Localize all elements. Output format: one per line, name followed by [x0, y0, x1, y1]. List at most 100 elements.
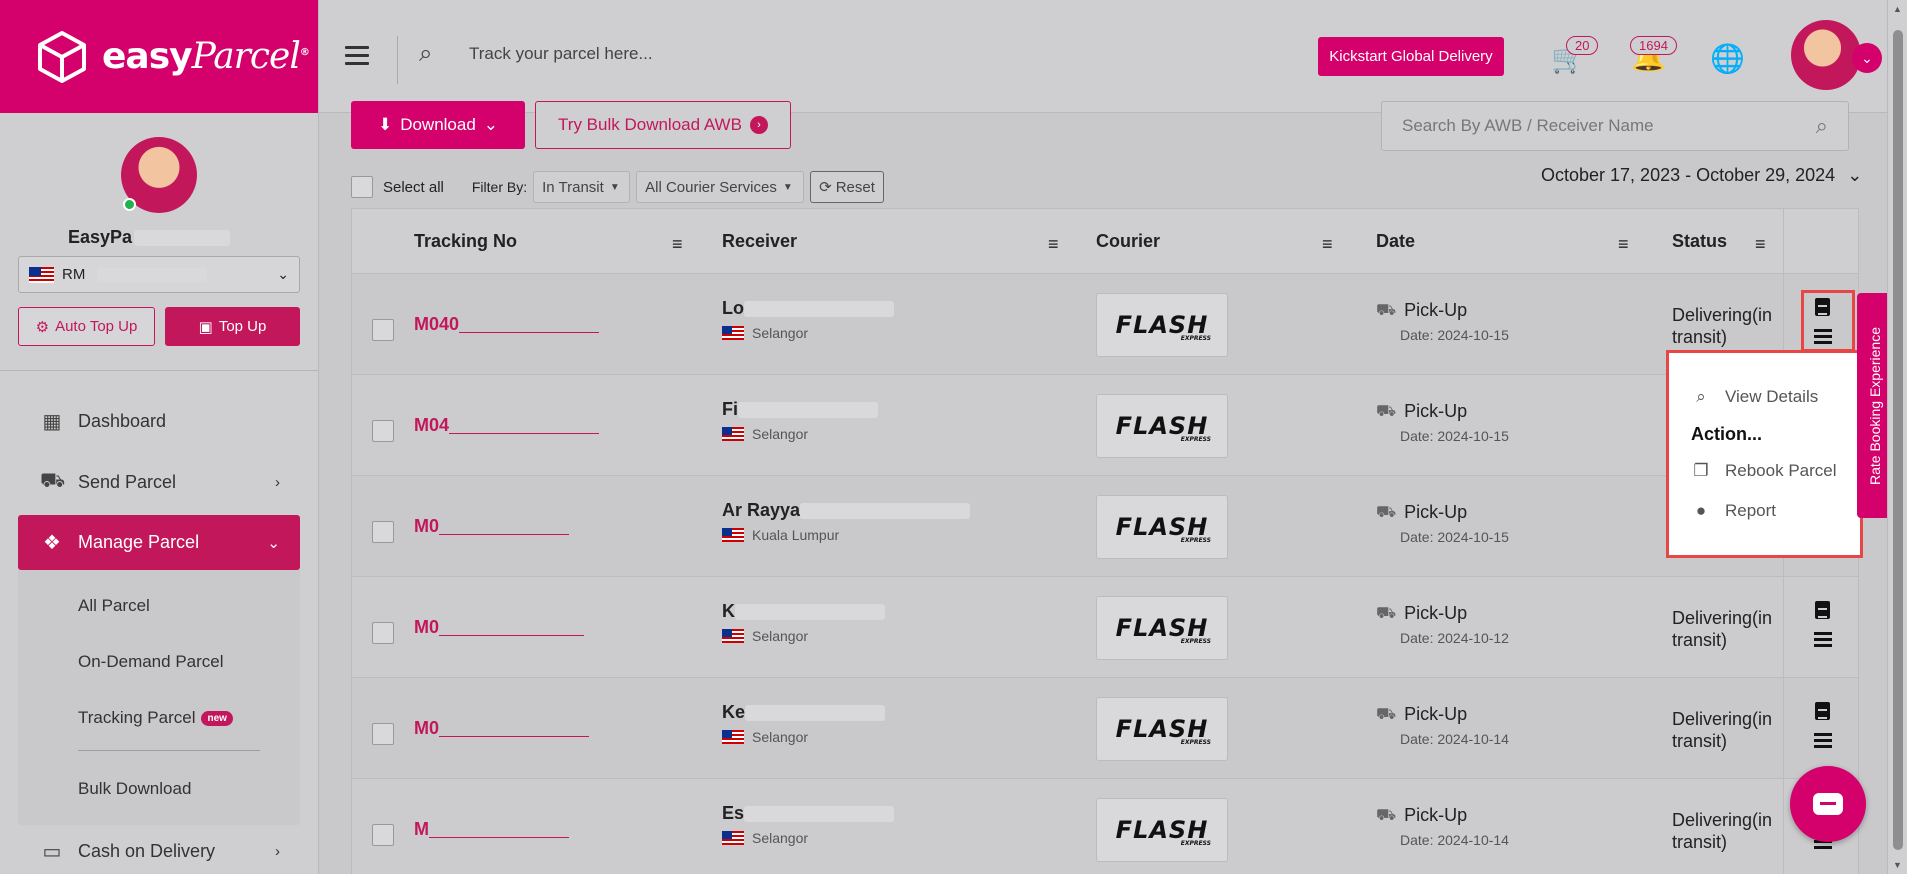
row-actions	[1783, 678, 1859, 778]
tracking-number-link[interactable]: M040	[414, 314, 600, 335]
currency-label: RM	[62, 266, 86, 283]
sidebar-item-label: Dashboard	[78, 410, 167, 431]
globe-icon[interactable]: 🌐	[1710, 42, 1745, 75]
truck-icon: ⛟	[1376, 604, 1397, 622]
status-filter-select[interactable]: In Transit ▼	[533, 171, 631, 203]
scrollbar-thumb[interactable]	[1893, 30, 1903, 850]
track-parcel-input[interactable]: Track your parcel here...	[469, 44, 653, 64]
online-status-dot	[123, 198, 136, 211]
redacted-receiver	[735, 604, 885, 621]
menu-icon[interactable]	[1814, 733, 1832, 751]
row-checkbox[interactable]	[372, 622, 394, 644]
receiver-state: Selangor	[752, 426, 809, 442]
download-button[interactable]: ⬇ Download ⌄	[351, 101, 525, 149]
sort-icon[interactable]: ≡	[1755, 234, 1766, 255]
row-checkbox[interactable]	[372, 824, 394, 846]
brand-logo[interactable]: easyParcel®	[0, 0, 318, 113]
menu-icon[interactable]	[1814, 632, 1832, 650]
sort-icon[interactable]: ≡	[1048, 234, 1059, 255]
chat-bubble-icon	[1813, 793, 1843, 815]
top-header: ⌕ Track your parcel here... Kickstart Gl…	[319, 0, 1907, 113]
sidebar-item-dashboard[interactable]: ▦ Dashboard	[18, 393, 300, 449]
table-row[interactable]: M0 Ke Selangor FLASH EXPRESS ⛟ Pick-Up Date: 20…	[351, 678, 1859, 779]
sort-icon[interactable]: ≡	[1322, 234, 1333, 255]
table-row[interactable]: M0 K Selangor FLASH EXPRESS ⛟ Pick-Up Date: 202…	[351, 577, 1859, 678]
table-row[interactable]: M Es Selangor FLASH EXPRESS ⛟ Pick-Up Date: 202…	[351, 779, 1859, 874]
report-item[interactable]: ● Report	[1691, 491, 1860, 531]
row-checkbox[interactable]	[372, 420, 394, 442]
redacted-tracking	[429, 837, 569, 838]
chat-button[interactable]	[1790, 766, 1866, 842]
receiver-cell: Es Selangor	[722, 803, 895, 846]
tracking-number-link[interactable]: M04	[414, 415, 600, 436]
col-courier[interactable]: Courier	[1096, 231, 1160, 252]
awb-search-input[interactable]: Search By AWB / Receiver Name ⌕	[1381, 101, 1849, 151]
logo-reg: ®	[299, 47, 310, 58]
table-row[interactable]: M0 Ar Rayya Kuala Lumpur FLASH EXPRESS ⛟ Pick-…	[351, 476, 1859, 577]
col-status[interactable]: Status	[1672, 231, 1727, 252]
user-name: EasyPa	[68, 227, 133, 247]
courier-filter-select[interactable]: All Courier Services ▼	[636, 171, 805, 203]
kickstart-global-button[interactable]: Kickstart Global Delivery	[1318, 37, 1504, 76]
highlight-box	[1801, 290, 1855, 352]
view-details-item[interactable]: ⌕ View Details	[1691, 377, 1860, 417]
date-range-picker[interactable]: October 17, 2023 - October 29, 2024 ⌄	[1541, 165, 1862, 186]
main-content: ⬇ Download ⌄ Try Bulk Download AWB › Search…	[319, 101, 1887, 874]
redacted-tracking	[449, 433, 600, 434]
logo-text: easy	[102, 36, 193, 77]
auto-topup-button[interactable]: ⚙ Auto Top Up	[18, 307, 155, 346]
header-avatar[interactable]	[1791, 20, 1861, 90]
alert-icon: ●	[1695, 501, 1707, 520]
row-checkbox[interactable]	[372, 521, 394, 543]
subnav-tracking-parcel[interactable]: Tracking Parcel new	[78, 690, 300, 746]
col-date[interactable]: Date	[1376, 231, 1415, 252]
view-details-label: View Details	[1725, 387, 1819, 406]
tracking-number-link[interactable]: M0	[414, 516, 570, 537]
malaysia-flag-icon	[722, 427, 744, 441]
sidebar-item-cod[interactable]: ▭ Cash on Delivery ›	[18, 831, 300, 871]
subnav-on-demand-parcel[interactable]: On-Demand Parcel	[78, 634, 300, 690]
select-all-checkbox[interactable]	[351, 176, 373, 198]
chevron-down-icon: ⌄	[1847, 165, 1863, 185]
col-tracking[interactable]: Tracking No	[414, 231, 517, 252]
sidebar-nav: ▦ Dashboard ⛟ Send Parcel › ❖ Manage Par…	[0, 393, 318, 871]
sidebar-item-manage-parcel[interactable]: ❖ Manage Parcel ⌄	[18, 515, 300, 570]
row-checkbox[interactable]	[372, 319, 394, 341]
row-checkbox[interactable]	[372, 723, 394, 745]
status-text: Delivering(in transit)	[1672, 608, 1773, 650]
document-icon[interactable]	[1815, 702, 1830, 720]
tracking-number-link[interactable]: M	[414, 819, 569, 840]
document-icon[interactable]	[1815, 601, 1830, 619]
subnav-bulk-download[interactable]: Bulk Download	[78, 761, 300, 817]
reset-button[interactable]: ⟳ Reset	[810, 171, 884, 203]
search-icon: ⌕	[419, 40, 433, 67]
currency-select[interactable]: RM ⌄	[18, 256, 300, 293]
status-text: Delivering(in transit)	[1672, 810, 1773, 852]
sidebar: easyParcel® EasyPa RM ⌄ ⚙ Auto Top Up ▣ To…	[0, 0, 319, 874]
receiver-state: Kuala Lumpur	[752, 527, 840, 543]
receiver-cell: Fi Selangor	[722, 399, 878, 442]
avatar[interactable]	[121, 137, 197, 213]
sidebar-item-send-parcel[interactable]: ⛟ Send Parcel ›	[18, 454, 300, 510]
parcel-table: Tracking No ≡ Receiver ≡ Courier ≡ Date …	[351, 208, 1859, 874]
chevron-down-icon[interactable]: ⌄	[1852, 43, 1882, 73]
sort-icon[interactable]: ≡	[672, 234, 683, 255]
table-row[interactable]: M04 Fi Selangor FLASH EXPRESS ⛟ Pick-Up Date: 2…	[351, 375, 1859, 476]
cube-logo-icon	[38, 30, 86, 83]
subnav-divider	[78, 750, 260, 751]
pickup-date: Date: 2024-10-12	[1400, 630, 1509, 646]
hamburger-menu-icon[interactable]	[345, 46, 369, 70]
scrollbar[interactable]: ▲ ▼	[1887, 0, 1907, 874]
bulk-download-awb-button[interactable]: Try Bulk Download AWB ›	[535, 101, 791, 149]
scroll-up-icon[interactable]: ▲	[1893, 4, 1902, 14]
rebook-parcel-item[interactable]: ❐ Rebook Parcel	[1691, 451, 1860, 491]
receiver-name: Es	[722, 803, 745, 823]
tracking-number-link[interactable]: M0	[414, 617, 585, 638]
sort-icon[interactable]: ≡	[1618, 234, 1629, 255]
subnav-all-parcel[interactable]: All Parcel	[78, 578, 300, 634]
col-receiver[interactable]: Receiver	[722, 231, 797, 252]
table-row[interactable]: M040 Lo Selangor FLASH EXPRESS ⛟ Pick-Up Date: …	[351, 274, 1859, 375]
topup-button[interactable]: ▣ Top Up	[165, 307, 300, 346]
tracking-number-link[interactable]: M0	[414, 718, 590, 739]
scroll-down-icon[interactable]: ▼	[1893, 860, 1902, 870]
